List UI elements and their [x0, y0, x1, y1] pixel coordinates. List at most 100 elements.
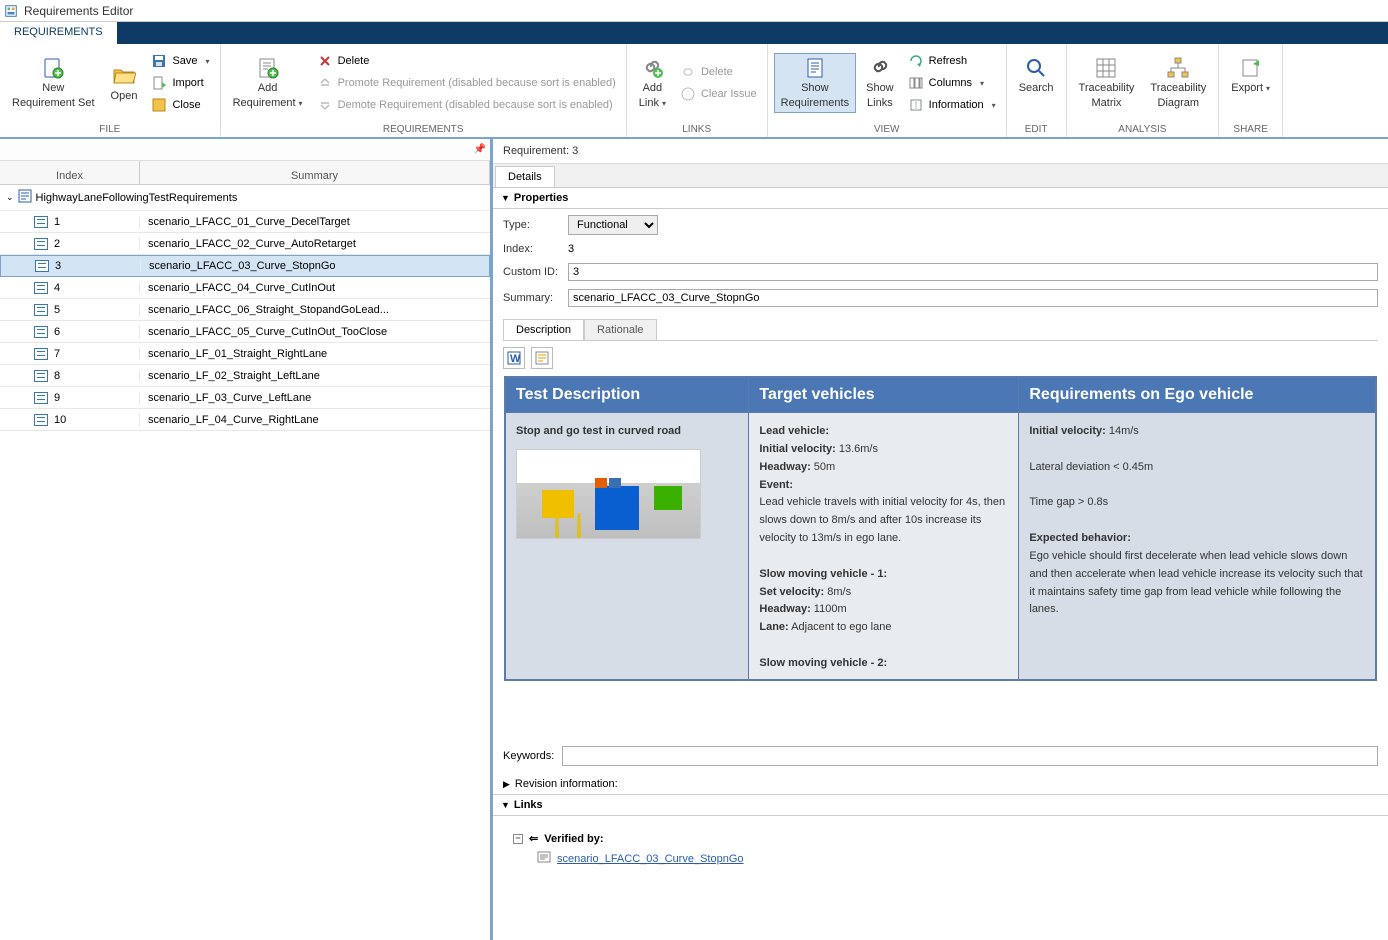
- link-item[interactable]: scenario_LFACC_03_Curve_StopnGo: [537, 851, 1368, 866]
- row-summary: scenario_LF_04_Curve_RightLane: [140, 414, 490, 426]
- open-button[interactable]: Open: [105, 62, 144, 105]
- traceability-diagram-button[interactable]: TraceabilityDiagram: [1144, 54, 1212, 111]
- requirement-icon: [34, 282, 48, 294]
- delete-requirement-button[interactable]: Delete: [313, 51, 620, 71]
- requirement-icon: [34, 216, 48, 228]
- import-button[interactable]: Import: [147, 73, 213, 93]
- section-links[interactable]: ▼ Links: [493, 794, 1388, 816]
- new-requirement-set-button[interactable]: NewRequirement Set: [6, 54, 101, 111]
- traceability-matrix-button[interactable]: TraceabilityMatrix: [1073, 54, 1141, 111]
- row-index: 2: [54, 238, 60, 250]
- tree-row[interactable]: 10 scenario_LF_04_Curve_RightLane: [0, 409, 490, 431]
- tab-details[interactable]: Details: [495, 166, 555, 187]
- col-target-vehicles: Target vehicles: [749, 377, 1019, 413]
- show-requirements-button[interactable]: ShowRequirements: [774, 53, 856, 112]
- label-customid: Custom ID:: [503, 266, 558, 278]
- tab-description[interactable]: Description: [503, 319, 584, 340]
- customid-input[interactable]: [568, 263, 1378, 281]
- tree-row[interactable]: 1scenario_LFACC_01_Curve_DecelTarget: [0, 211, 490, 233]
- collapse-icon[interactable]: ⌄: [6, 192, 14, 203]
- delete-link-button: Delete: [676, 62, 761, 82]
- column-summary[interactable]: Summary: [140, 161, 490, 184]
- ribbon-tab-strip: REQUIREMENTS: [0, 22, 1388, 44]
- promote-requirement-button: Promote Requirement (disabled because so…: [313, 73, 620, 93]
- collapse-icon[interactable]: −: [513, 834, 523, 844]
- ribbon-group-view: VIEW: [768, 122, 1006, 137]
- ribbon-group-links: LINKS: [627, 122, 767, 137]
- cell-target-vehicles: Lead vehicle: Initial velocity: 13.6m/s …: [749, 413, 1019, 680]
- ribbon-group-edit: EDIT: [1007, 122, 1066, 137]
- type-select[interactable]: Functional: [568, 215, 658, 235]
- row-summary: scenario_LF_01_Straight_RightLane: [140, 348, 490, 360]
- row-summary: scenario_LFACC_05_Curve_CutInOut_TooClos…: [140, 326, 490, 338]
- tree-row[interactable]: 7 scenario_LF_01_Straight_RightLane: [0, 343, 490, 365]
- edit-description-icon[interactable]: [531, 347, 553, 369]
- add-requirement-button[interactable]: AddRequirement: [227, 54, 309, 111]
- row-summary: scenario_LF_03_Curve_LeftLane: [140, 392, 490, 404]
- tree-row[interactable]: 8 scenario_LF_02_Straight_LeftLane: [0, 365, 490, 387]
- chevron-right-icon: ▶: [503, 779, 510, 790]
- tree-root[interactable]: ⌄ HighwayLaneFollowingTestRequirements: [0, 185, 490, 211]
- close-button[interactable]: Close: [147, 95, 213, 115]
- row-index: 5: [54, 304, 60, 316]
- col-requirements-ego: Requirements on Ego vehicle: [1019, 377, 1376, 413]
- save-button[interactable]: Save: [147, 51, 213, 71]
- tree-row[interactable]: 6 scenario_LFACC_05_Curve_CutInOut_TooClo…: [0, 321, 490, 343]
- label-summary: Summary:: [503, 292, 558, 304]
- row-summary: scenario_LFACC_03_Curve_StopnGo: [141, 260, 489, 272]
- export-button[interactable]: Export: [1225, 54, 1276, 111]
- add-link-button[interactable]: AddLink: [633, 54, 672, 111]
- chevron-down-icon: ▼: [501, 193, 510, 203]
- summary-input[interactable]: [568, 289, 1378, 307]
- section-revision[interactable]: ▶ Revision information:: [493, 774, 1388, 794]
- link-group-verified-by[interactable]: − ⇐ Verified by:: [513, 832, 1368, 845]
- svg-text:W: W: [510, 353, 521, 365]
- detail-pane: Requirement: 3 Details ▼ Properties Type…: [493, 139, 1388, 940]
- section-properties[interactable]: ▼ Properties: [493, 188, 1388, 209]
- reqset-icon: [18, 189, 32, 206]
- row-index: 7: [54, 348, 60, 360]
- tree-row[interactable]: 9scenario_LF_03_Curve_LeftLane: [0, 387, 490, 409]
- requirement-icon: [34, 238, 48, 250]
- description-body[interactable]: Test Description Target vehicles Require…: [503, 375, 1378, 730]
- keywords-input[interactable]: [562, 746, 1378, 766]
- requirement-tree-pane: 📌 Index Summary ⌄ HighwayLaneFollowingTe…: [0, 139, 493, 940]
- index-value: 3: [568, 243, 574, 255]
- information-button[interactable]: Information: [904, 95, 1000, 115]
- tree-row[interactable]: 4scenario_LFACC_04_Curve_CutInOut: [0, 277, 490, 299]
- row-index: 6: [54, 326, 60, 338]
- refresh-button[interactable]: Refresh: [904, 51, 1000, 71]
- requirement-tree[interactable]: ⌄ HighwayLaneFollowingTestRequirements 1…: [0, 185, 490, 431]
- row-index: 8: [54, 370, 60, 382]
- tree-row[interactable]: 2 scenario_LFACC_02_Curve_AutoRetarget: [0, 233, 490, 255]
- column-index[interactable]: Index: [0, 161, 140, 184]
- label-index: Index:: [503, 243, 558, 255]
- ribbon-group-requirements: REQUIREMENTS: [221, 122, 626, 137]
- row-summary: scenario_LFACC_04_Curve_CutInOut: [140, 282, 490, 294]
- ribbon-group-share: SHARE: [1219, 122, 1282, 137]
- ribbon-group-analysis: ANALYSIS: [1067, 122, 1219, 137]
- columns-button[interactable]: Columns: [904, 73, 1000, 93]
- tree-row[interactable]: 3 scenario_LFACC_03_Curve_StopnGo: [0, 255, 490, 277]
- row-summary: scenario_LFACC_02_Curve_AutoRetarget: [140, 238, 490, 250]
- demote-requirement-button: Demote Requirement (disabled because sor…: [313, 95, 620, 115]
- pin-icon[interactable]: 📌: [474, 144, 486, 155]
- tree-header: Index Summary: [0, 161, 490, 185]
- word-export-icon[interactable]: W: [503, 347, 525, 369]
- tree-root-label: HighwayLaneFollowingTestRequirements: [36, 192, 238, 204]
- requirement-icon: [35, 260, 49, 272]
- chevron-down-icon: ▼: [501, 800, 510, 810]
- app-icon: [4, 4, 18, 18]
- row-index: 10: [54, 414, 66, 426]
- search-button[interactable]: Search: [1013, 54, 1060, 111]
- row-index: 3: [55, 260, 61, 272]
- row-summary: scenario_LF_02_Straight_LeftLane: [140, 370, 490, 382]
- tree-row[interactable]: 5scenario_LFACC_06_Straight_StopandGoLea…: [0, 299, 490, 321]
- requirement-icon: [34, 348, 48, 360]
- verified-arrow-icon: ⇐: [529, 832, 538, 845]
- tab-rationale[interactable]: Rationale: [584, 319, 656, 340]
- requirement-icon: [34, 392, 48, 404]
- show-links-button[interactable]: ShowLinks: [860, 54, 900, 111]
- link-icon: [537, 851, 551, 866]
- tab-requirements[interactable]: REQUIREMENTS: [0, 22, 117, 44]
